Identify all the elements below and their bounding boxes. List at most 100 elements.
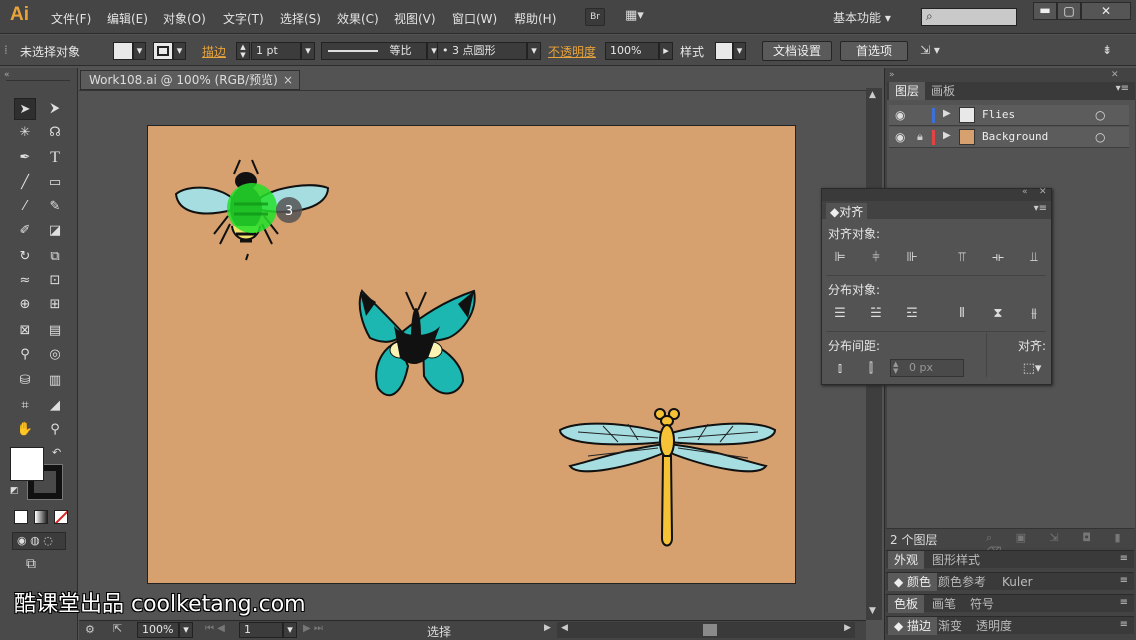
align-right-icon[interactable]: ⊪: [905, 251, 919, 265]
gpu-icon[interactable]: ⚙: [85, 623, 95, 636]
scroll-right-icon[interactable]: ▶: [844, 623, 851, 633]
bee-artwork[interactable]: 3: [174, 159, 330, 261]
brush-dropdown[interactable]: ▾: [527, 42, 541, 60]
hand-tool-icon[interactable]: ✋: [14, 419, 36, 441]
layer-row[interactable]: ◉ ▶ Flies ○: [889, 105, 1129, 126]
panel-menu-icon[interactable]: ≡: [1120, 553, 1128, 564]
artboard-dropdown[interactable]: ▾: [283, 622, 297, 638]
control-menu-icon[interactable]: ⇟: [1102, 43, 1112, 57]
dragonfly-artwork[interactable]: [558, 408, 777, 547]
blend-tool-icon[interactable]: ◎: [44, 344, 66, 366]
zoom-dropdown[interactable]: ▾: [179, 622, 193, 638]
close-panel-icon[interactable]: ✕: [1039, 187, 1047, 197]
lock-icon[interactable]: 🔒︎: [917, 130, 923, 144]
align-top-icon[interactable]: ⫪: [955, 251, 969, 265]
pen-tool-icon[interactable]: ✒: [14, 147, 36, 169]
line-tool-icon[interactable]: ╱: [14, 172, 36, 194]
fill-dropdown[interactable]: ▾: [133, 42, 146, 60]
artboard-number-field[interactable]: 1: [239, 622, 283, 638]
stroke-weight-field[interactable]: 1 pt: [251, 42, 301, 60]
document-setup-button[interactable]: 文档设置: [762, 41, 832, 61]
distribute-top-icon[interactable]: ☰: [833, 307, 847, 321]
tab-layers[interactable]: 图层: [889, 82, 926, 100]
distribute-bottom-icon[interactable]: ☲: [905, 307, 919, 321]
menu-window[interactable]: 窗口(W): [452, 10, 497, 27]
gradient-mode-icon[interactable]: [34, 510, 48, 524]
search-field[interactable]: ⌕: [921, 8, 1017, 26]
pencil-tool-icon[interactable]: ✎: [44, 196, 66, 218]
tab-transparency[interactable]: 透明度: [970, 617, 1018, 635]
horizontal-scroll-thumb[interactable]: [703, 624, 717, 636]
transform-icon[interactable]: ⇲ ▾: [920, 43, 940, 57]
artboard-tool-icon[interactable]: ⌗: [14, 395, 36, 417]
align-bottom-icon[interactable]: ⫫: [1027, 251, 1041, 265]
target-circle-icon[interactable]: ○: [1095, 108, 1105, 122]
zoom-tool-icon[interactable]: ⚲: [44, 419, 66, 441]
align-to-selection-icon[interactable]: ⬚▾: [1018, 362, 1046, 376]
opacity-dropdown[interactable]: ▸: [659, 42, 673, 60]
scroll-up-icon[interactable]: ▲: [869, 90, 876, 100]
type-tool-icon[interactable]: T: [44, 147, 66, 169]
layer-name[interactable]: Background: [982, 130, 1048, 143]
selection-tool-icon[interactable]: ➤: [14, 98, 36, 120]
layers-menu-icon[interactable]: ▾≡: [1116, 83, 1129, 94]
align-left-icon[interactable]: ⊫: [833, 251, 847, 265]
distribute-horizontal-center-icon[interactable]: ⧗: [991, 307, 1005, 321]
color-mode-icon[interactable]: [14, 510, 28, 524]
direct-selection-tool-icon[interactable]: ⮞: [44, 98, 66, 120]
tab-gradient[interactable]: 渐变: [932, 617, 968, 635]
tab-graphic-styles[interactable]: 图形样式: [926, 551, 986, 569]
default-colors-icon[interactable]: ◩: [10, 486, 19, 496]
first-artboard-icon[interactable]: ⏮ ◀: [205, 623, 225, 634]
document-tab[interactable]: Work108.ai @ 100% (RGB/预览) ×: [80, 70, 300, 90]
menu-view[interactable]: 视图(V): [394, 10, 436, 27]
expand-layer-icon[interactable]: ▶: [943, 130, 951, 141]
butterfly-artwork[interactable]: [358, 289, 476, 397]
spacing-stepper-icon[interactable]: ▲ ▼: [893, 361, 898, 375]
align-horizontal-center-icon[interactable]: ⫩: [869, 251, 883, 265]
tab-color[interactable]: ◆ 颜色: [888, 573, 938, 591]
close-button[interactable]: ✕: [1081, 2, 1131, 20]
target-circle-icon[interactable]: ○: [1095, 130, 1105, 144]
tab-appearance[interactable]: 外观: [888, 551, 925, 569]
opacity-label[interactable]: 不透明度: [548, 43, 596, 60]
panel-menu-icon[interactable]: ≡: [1120, 597, 1128, 608]
layer-name[interactable]: Flies: [982, 108, 1015, 121]
align-panel-menu-icon[interactable]: ▾≡: [1034, 203, 1047, 214]
close-tab-icon[interactable]: ×: [283, 71, 293, 89]
scroll-left-icon[interactable]: ◀: [561, 623, 568, 633]
visibility-eye-icon[interactable]: ◉: [895, 130, 905, 144]
collapse-icon[interactable]: «: [4, 70, 10, 80]
stroke-swatch[interactable]: [153, 42, 173, 60]
distribute-vertical-center-icon[interactable]: ☱: [869, 307, 883, 321]
scroll-down-icon[interactable]: ▼: [869, 606, 876, 616]
gradient-tool-icon[interactable]: ▤: [44, 320, 66, 342]
magic-wand-tool-icon[interactable]: ✳: [14, 122, 36, 144]
panel-menu-icon[interactable]: ≡: [1120, 575, 1128, 586]
variable-width-profile[interactable]: 等比: [321, 42, 427, 60]
width-tool-icon[interactable]: ≈: [14, 270, 36, 292]
visibility-eye-icon[interactable]: ◉: [895, 108, 905, 122]
last-artboard-icon[interactable]: ▶ ⏭: [303, 623, 323, 634]
bridge-button[interactable]: Br: [585, 8, 605, 26]
menu-file[interactable]: 文件(F): [51, 10, 91, 27]
menu-edit[interactable]: 编辑(E): [107, 10, 148, 27]
screen-mode-icon[interactable]: ⧉: [26, 556, 48, 572]
menu-effect[interactable]: 效果(C): [337, 10, 379, 27]
lasso-tool-icon[interactable]: ☊: [44, 122, 66, 144]
vertical-distribute-space-icon[interactable]: ⫾: [833, 362, 847, 376]
horizontal-distribute-space-icon[interactable]: ⫿: [864, 362, 878, 376]
artboard[interactable]: 3: [147, 125, 796, 584]
minimize-button[interactable]: ▬: [1033, 2, 1057, 20]
zoom-field[interactable]: 100%: [137, 622, 179, 638]
stroke-stepper[interactable]: ▲ ▼: [236, 42, 250, 60]
expand-layer-icon[interactable]: ▶: [943, 108, 951, 119]
eyedropper-tool-icon[interactable]: ⚲: [14, 344, 36, 366]
drawing-modes-icon[interactable]: ◉ ◍ ◌: [12, 532, 66, 550]
paintbrush-tool-icon[interactable]: ⁄: [14, 196, 36, 218]
workspace-switcher[interactable]: 基本功能 ▾: [833, 9, 891, 26]
align-vertical-center-icon[interactable]: ⟛: [991, 251, 1005, 265]
export-icon[interactable]: ⇱: [113, 622, 122, 635]
swap-colors-icon[interactable]: ↶: [52, 446, 61, 459]
fill-swatch[interactable]: [113, 42, 133, 60]
